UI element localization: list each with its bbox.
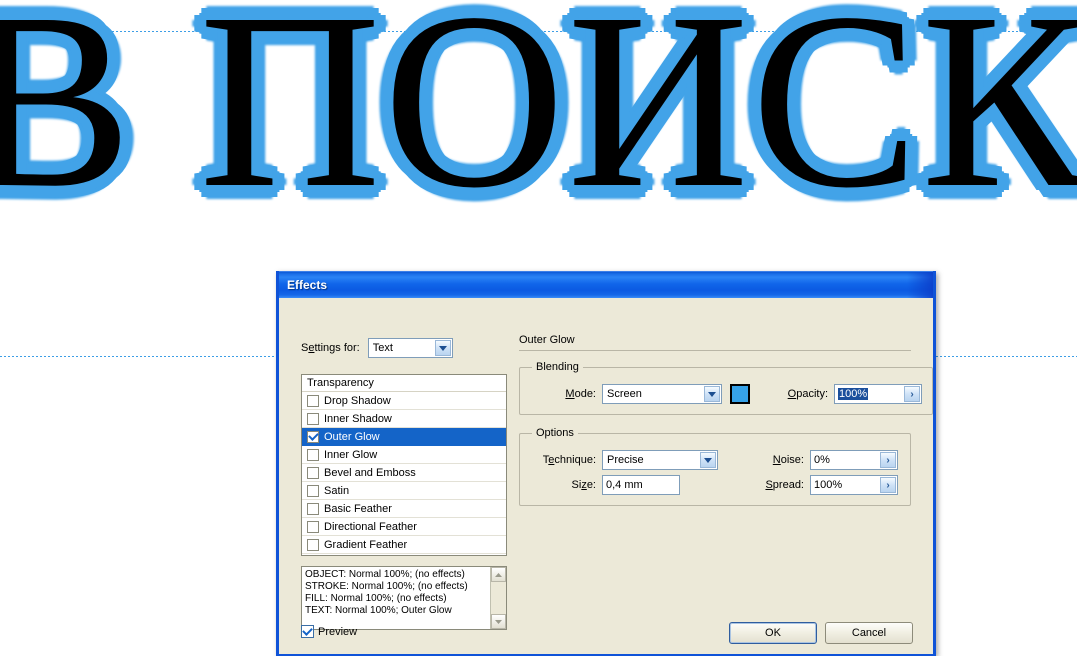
list-item-drop-shadow[interactable]: Drop Shadow xyxy=(302,392,506,410)
summary-line-fill: FILL: Normal 100%; (no effects) xyxy=(305,593,447,604)
list-item-label: Inner Shadow xyxy=(324,412,392,425)
app-root: В ПОИСК Effects Settings for: Text Trans… xyxy=(0,0,1077,656)
effects-dialog: Effects Settings for: Text Transparency … xyxy=(276,271,936,656)
technique-label: Technique: xyxy=(542,454,596,466)
checkbox-inner-glow[interactable] xyxy=(307,448,319,461)
scroll-up-icon[interactable] xyxy=(491,567,506,582)
blending-legend: Blending xyxy=(536,361,579,373)
opacity-value: 100% xyxy=(838,388,869,400)
list-item-label: Inner Glow xyxy=(324,448,378,461)
list-item-label: Drop Shadow xyxy=(324,394,391,407)
list-item-label: Bevel and Emboss xyxy=(324,466,416,479)
blending-group: Blending Mode: Screen Opacity: 100% › xyxy=(519,361,933,415)
checkbox-directional-feather[interactable] xyxy=(307,520,319,533)
effects-list-header: Transparency xyxy=(302,375,506,392)
checkbox-basic-feather[interactable] xyxy=(307,502,319,515)
dialog-footer: Preview OK Cancel xyxy=(279,622,933,646)
list-item-label: Gradient Feather xyxy=(324,538,408,551)
effects-list[interactable]: Transparency Drop Shadow Inner Shadow Ou… xyxy=(301,374,507,556)
spread-value: 100% xyxy=(814,479,843,491)
panel-divider xyxy=(519,350,911,351)
options-legend: Options xyxy=(536,427,574,439)
noise-field[interactable]: 0% › xyxy=(810,450,898,470)
list-item-gradient-feather[interactable]: Gradient Feather xyxy=(302,536,506,554)
spread-label: Spread: xyxy=(765,479,804,491)
checkbox-preview[interactable] xyxy=(301,625,314,638)
ok-button[interactable]: OK xyxy=(729,622,817,644)
mode-label: Mode: xyxy=(565,388,596,400)
list-item-label: Basic Feather xyxy=(324,502,392,515)
size-field[interactable]: 0,4 mm xyxy=(602,475,680,495)
size-value: 0,4 mm xyxy=(606,479,643,491)
checkbox-drop-shadow[interactable] xyxy=(307,394,319,407)
opacity-label: Opacity: xyxy=(787,388,828,400)
preview-label: Preview xyxy=(318,625,358,638)
list-item-label: Outer Glow xyxy=(324,430,380,443)
size-label: Size: xyxy=(571,479,596,491)
checkbox-outer-glow[interactable] xyxy=(307,430,319,443)
checkbox-satin[interactable] xyxy=(307,484,319,497)
technique-value: Precise xyxy=(607,454,644,466)
effects-summary-lines: OBJECT: Normal 100%; (no effects) STROKE… xyxy=(302,567,490,629)
summary-line-text: TEXT: Normal 100%; Outer Glow xyxy=(305,605,452,616)
preview-toggle[interactable]: Preview xyxy=(301,625,357,638)
list-item-bevel-and-emboss[interactable]: Bevel and Emboss xyxy=(302,464,506,482)
settings-for-row: Settings for: Text xyxy=(301,338,453,358)
list-item-directional-feather[interactable]: Directional Feather xyxy=(302,518,506,536)
checkbox-bevel-and-emboss[interactable] xyxy=(307,466,319,479)
effects-summary-box[interactable]: OBJECT: Normal 100%; (no effects) STROKE… xyxy=(301,566,507,630)
technique-dropdown[interactable]: Precise xyxy=(602,450,718,470)
opacity-field[interactable]: 100% › xyxy=(834,384,922,404)
dialog-body: Settings for: Text Transparency Drop Sha… xyxy=(279,298,933,654)
opacity-spinner-icon[interactable]: › xyxy=(904,386,920,402)
settings-for-dropdown[interactable]: Text xyxy=(367,338,453,358)
list-item-label: Satin xyxy=(324,484,350,497)
spread-spinner-icon[interactable]: › xyxy=(880,477,896,493)
summary-line-stroke: STROKE: Normal 100%; (no effects) xyxy=(305,581,468,592)
dialog-titlebar[interactable]: Effects xyxy=(279,271,933,298)
dialog-title: Effects xyxy=(287,278,328,292)
summary-scrollbar[interactable] xyxy=(490,567,506,629)
technique-row: Technique: Precise Noise: 0% › xyxy=(530,450,900,470)
settings-for-value: Text xyxy=(372,342,393,354)
cancel-button[interactable]: Cancel xyxy=(825,622,913,644)
options-group: Options Technique: Precise Noise: 0% › S… xyxy=(519,427,911,506)
list-item-label: Directional Feather xyxy=(324,520,417,533)
artwork-text[interactable]: В ПОИСК xyxy=(0,0,1077,230)
list-item-inner-glow[interactable]: Inner Glow xyxy=(302,446,506,464)
list-item-inner-shadow[interactable]: Inner Shadow xyxy=(302,410,506,428)
blend-mode-row: Mode: Screen Opacity: 100% › xyxy=(530,384,922,404)
panel-title: Outer Glow xyxy=(519,334,575,346)
checkbox-inner-shadow[interactable] xyxy=(307,412,319,425)
noise-value: 0% xyxy=(814,454,830,466)
spread-field[interactable]: 100% › xyxy=(810,475,898,495)
chevron-down-icon[interactable] xyxy=(434,340,451,356)
chevron-down-icon[interactable] xyxy=(700,452,716,468)
glow-color-swatch[interactable] xyxy=(730,384,750,404)
chevron-down-icon[interactable] xyxy=(704,386,720,402)
list-item-satin[interactable]: Satin xyxy=(302,482,506,500)
checkbox-gradient-feather[interactable] xyxy=(307,538,319,551)
settings-for-label: Settings for: xyxy=(301,342,360,354)
noise-label: Noise: xyxy=(772,454,804,466)
list-item-outer-glow[interactable]: Outer Glow xyxy=(302,428,506,446)
noise-spinner-icon[interactable]: › xyxy=(880,452,896,468)
summary-line-object: OBJECT: Normal 100%; (no effects) xyxy=(305,569,465,580)
effect-settings-panel: Outer Glow Blending Mode: Screen Opacity… xyxy=(519,334,933,518)
blend-mode-dropdown[interactable]: Screen xyxy=(602,384,722,404)
blend-mode-value: Screen xyxy=(607,388,642,400)
list-item-basic-feather[interactable]: Basic Feather xyxy=(302,500,506,518)
size-row: Size: 0,4 mm Spread: 100% › xyxy=(530,475,900,495)
